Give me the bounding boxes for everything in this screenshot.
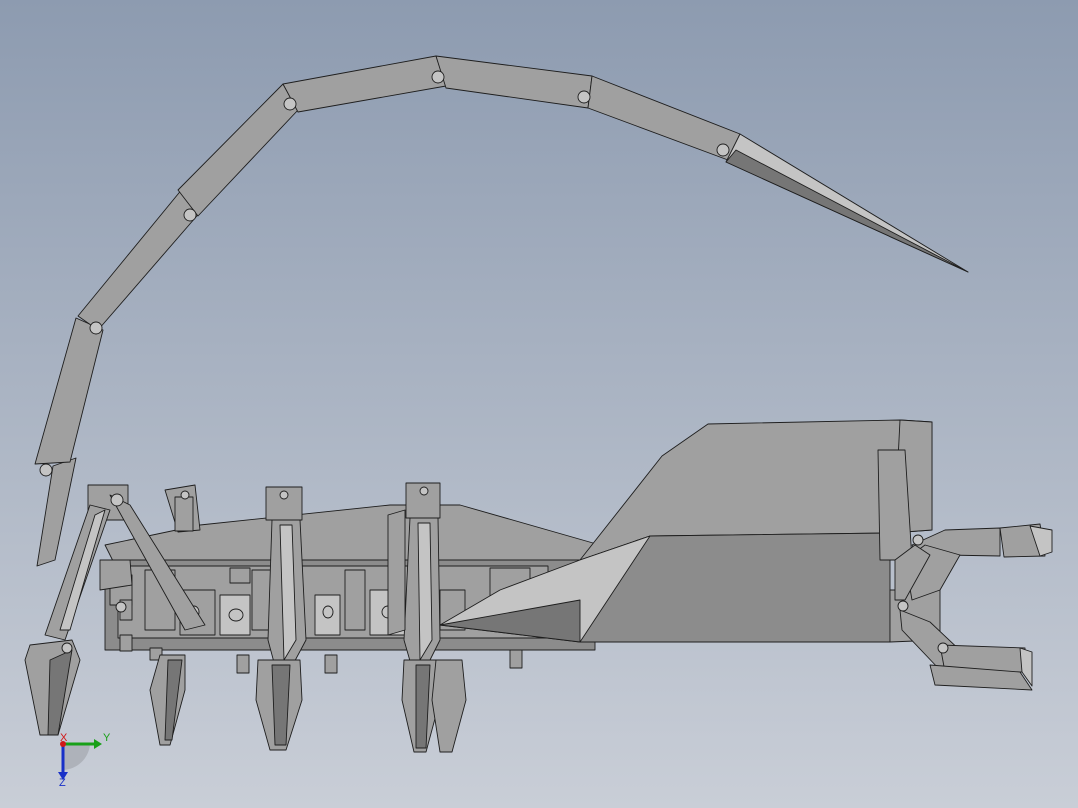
- scorpion-robot-model[interactable]: [0, 0, 1078, 808]
- x-axis-label: X: [60, 732, 68, 744]
- cad-viewport[interactable]: X Y Z: [0, 0, 1078, 808]
- y-axis-label: Y: [103, 732, 111, 744]
- z-axis-label: Z: [59, 777, 66, 789]
